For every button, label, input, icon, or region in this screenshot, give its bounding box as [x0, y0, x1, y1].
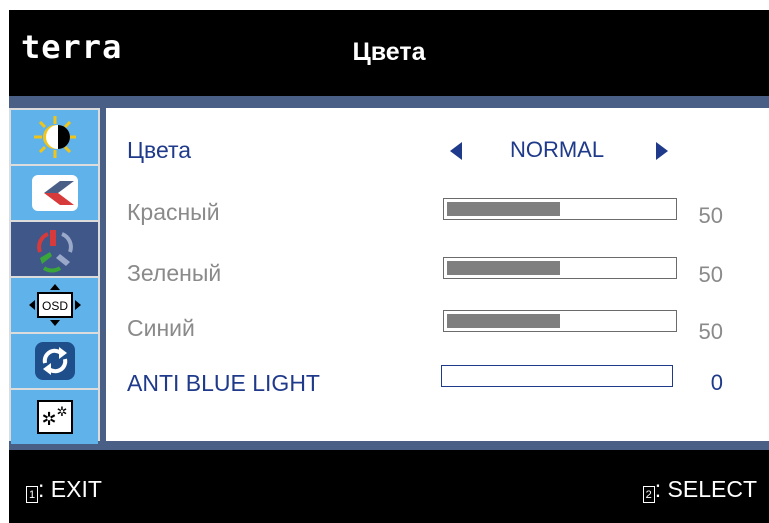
right-arrow-icon[interactable]: [656, 142, 668, 160]
exit-hint[interactable]: 1: EXIT: [26, 476, 102, 503]
key-2-icon: 2: [642, 486, 655, 503]
blue-slider[interactable]: [443, 310, 677, 332]
page-title: Цвета: [352, 38, 426, 66]
anti-blue-light-value: 0: [710, 370, 723, 395]
green-slider[interactable]: [443, 257, 677, 279]
exit-label: : EXIT: [38, 476, 102, 502]
anti-blue-light-slider[interactable]: [441, 365, 673, 387]
brightness-contrast-icon[interactable]: [11, 110, 98, 164]
svg-text:✲: ✲: [41, 409, 56, 429]
svg-text:✲: ✲: [56, 404, 67, 419]
red-slider[interactable]: [443, 198, 677, 220]
settings-icon[interactable]: ✲ ✲: [11, 390, 98, 444]
select-label: : SELECT: [654, 476, 757, 502]
blue-label: Синий: [127, 315, 195, 341]
green-label: Зеленый: [127, 260, 222, 286]
green-slider-fill: [447, 261, 560, 275]
colors-label: Цвета: [127, 137, 192, 163]
color-mode-value[interactable]: NORMAL: [487, 137, 627, 163]
image-icon[interactable]: [11, 166, 98, 220]
blue-slider-fill: [447, 314, 560, 328]
key-1-icon: 1: [26, 486, 38, 503]
svg-text:OSD: OSD: [41, 299, 67, 313]
osd-header: terra Цвета: [9, 10, 769, 88]
left-arrow-icon[interactable]: [450, 142, 462, 160]
red-value: 50: [698, 203, 723, 228]
osd-window: terra Цвета OSD ✲ ✲ Цвета NORMAL Красный…: [9, 10, 769, 523]
anti-blue-light-label: ANTI BLUE LIGHT: [127, 370, 320, 396]
select-hint[interactable]: 2: SELECT: [642, 476, 757, 503]
color-icon[interactable]: [11, 222, 98, 276]
sidebar: OSD ✲ ✲: [9, 108, 100, 444]
osd-icon[interactable]: OSD: [11, 278, 98, 332]
red-label: Красный: [127, 199, 220, 225]
reset-icon[interactable]: [11, 334, 98, 388]
blue-value: 50: [698, 319, 723, 344]
green-value: 50: [698, 262, 723, 287]
red-slider-fill: [447, 202, 560, 216]
